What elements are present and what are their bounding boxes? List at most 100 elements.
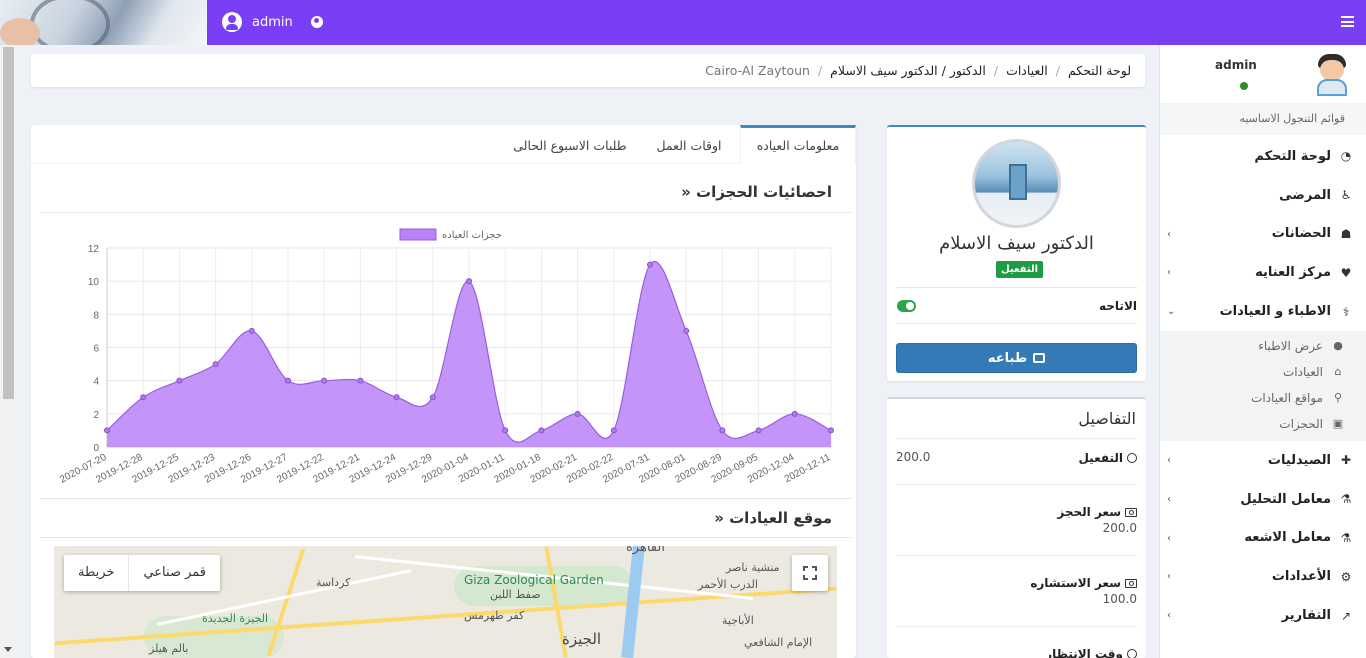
online-status-dot [1240, 82, 1248, 90]
detail-value: 100.0 [1102, 592, 1137, 606]
chevron-left-icon: ‹ [1167, 571, 1171, 583]
sidebar-item-doctors-clinics[interactable]: ⌄ الاطباء و العيادات ⚕ [1160, 292, 1366, 331]
clinic-location-map[interactable]: Giza Zoological Garden الجيزة كرداسة صفط… [54, 546, 837, 658]
xray-icon: ⚗ [1340, 530, 1352, 545]
doctor-icon: ⚕ [1342, 304, 1350, 319]
availability-row: الاتاحه [897, 287, 1137, 324]
sidebar-item-icu[interactable]: ‹ مركز العنايه ♥ [1160, 253, 1366, 292]
stats-section-title: » احصائيات الحجزات [681, 183, 832, 201]
medkit-icon: ✚ [1340, 453, 1352, 468]
detail-value: 200.0 [896, 450, 931, 464]
data-point [140, 394, 147, 401]
details-card: التفاصيل التفعيل 200.0 سعر الحجز 200.0 س… [887, 397, 1146, 658]
fullscreen-icon[interactable] [792, 555, 828, 591]
sidebar-subitem-bookings[interactable]: الحجزات ▣ [1160, 411, 1366, 437]
data-point [212, 361, 219, 368]
data-point [647, 261, 653, 268]
avatar [1312, 54, 1352, 96]
dashboard-icon: ◔ [1340, 149, 1352, 164]
circle-icon [1127, 453, 1137, 463]
building-icon: ⌂ [1334, 365, 1342, 379]
wheelchair-icon: ♿ [1340, 188, 1352, 203]
chevron-left-icon: ‹ [1167, 267, 1171, 279]
tab-working-hours[interactable]: اوقات العمل [644, 125, 734, 164]
sidebar-item-pharmacies[interactable]: ‹ الصيدليات ✚ [1160, 441, 1366, 480]
flask-icon: ⚗ [1340, 492, 1352, 507]
clinic-photo [972, 139, 1061, 228]
data-point [755, 427, 762, 434]
map-type-satellite[interactable]: قمر صناعي [128, 555, 220, 591]
map-label: صفط اللبن [490, 588, 541, 601]
detail-row: التفعيل 200.0 [896, 438, 1137, 484]
user-menu[interactable]: admin [222, 12, 293, 32]
sidebar-item-dashboard[interactable]: لوحة التحكم ◔ [1160, 137, 1366, 176]
print-button[interactable]: طباعه [896, 343, 1137, 373]
map-label: الجيزة [562, 630, 602, 648]
page-scrollbar[interactable] [0, 45, 16, 658]
y-tick-label: 12 [88, 244, 100, 255]
data-point [248, 327, 255, 334]
map-label: Giza Zoological Garden [464, 573, 604, 587]
sidebar-item-reports[interactable]: ‹ التقارير ↗ [1160, 596, 1366, 635]
data-point [104, 427, 110, 434]
divider [40, 537, 851, 538]
detail-row: سعر الاستشاره 100.0 [896, 555, 1137, 626]
sidebar-subitem-view-doctors[interactable]: عرض الاطباء ● [1160, 333, 1366, 359]
map-section-title: » موقع العيادات [714, 509, 832, 527]
sidebar-subitem-clinic-locations[interactable]: مواقع العيادات ⚲ [1160, 385, 1366, 411]
baby-icon: ☗ [1340, 226, 1352, 241]
data-point [466, 278, 472, 285]
sidebar-user-panel: admin [1160, 45, 1366, 103]
breadcrumb-item[interactable]: العيادات [1006, 63, 1048, 78]
menu-toggle-icon[interactable] [1341, 16, 1354, 27]
data-point [176, 377, 183, 384]
divider [40, 212, 851, 213]
chevron-left-icon: ‹ [1167, 228, 1171, 240]
data-point [357, 377, 364, 384]
map-type-map[interactable]: خريطة [64, 555, 128, 591]
data-point [393, 394, 400, 401]
data-point [502, 427, 509, 434]
data-point [321, 377, 328, 384]
sidebar-submenu: عرض الاطباء ● العيادات ⌂ مواقع العيادات ⚲ ا… [1160, 330, 1366, 441]
heartbeat-icon: ♥ [1340, 265, 1352, 280]
scroll-down-arrow[interactable] [4, 647, 12, 652]
tab-bar: معلومات العياده اوقات العمل طلبات الاسبو… [31, 125, 856, 164]
sidebar-item-patients[interactable]: المرضى ♿ [1160, 176, 1366, 215]
map-label: الإمام الشافعي [744, 636, 813, 649]
top-navbar: admin [0, 0, 1366, 45]
map-label: بالم هيلز [149, 642, 189, 655]
sidebar-section-title: قوائم التنجول الاساسيه [1160, 103, 1366, 135]
header-banner-image [0, 0, 207, 45]
doctor-name: الدكتور سيف الاسلام [939, 233, 1094, 254]
data-point [285, 377, 291, 384]
legend-swatch [399, 228, 437, 241]
scrollbar-thumb[interactable] [3, 47, 14, 399]
map-marker-icon: ⚲ [1333, 391, 1343, 405]
money-icon [1125, 578, 1137, 588]
sidebar-item-radiology[interactable]: ‹ معامل الاشعه ⚗ [1160, 519, 1366, 558]
sidebar-subitem-clinics[interactable]: العيادات ⌂ [1160, 359, 1366, 385]
availability-toggle[interactable] [897, 299, 916, 312]
line-chart-icon: ↗ [1340, 608, 1352, 623]
sidebar-user-name: admin [1215, 58, 1257, 72]
map-label: كفر طهرمس [464, 609, 525, 622]
data-point [538, 427, 545, 434]
breadcrumb-item[interactable]: الدكتور / الدكتور سيف الاسلام [830, 63, 986, 78]
map-label: الجيزة الجديدة [202, 612, 269, 625]
detail-row: وقت الانتظار [896, 626, 1137, 658]
sidebar-item-settings[interactable]: ‹ الأعدادات ⚙ [1160, 557, 1366, 596]
globe-icon[interactable] [311, 16, 323, 28]
breadcrumb-item[interactable]: لوحة التحكم [1068, 63, 1131, 78]
y-tick-label: 4 [93, 377, 99, 388]
tab-current-week-requests[interactable]: طلبات الاسبوع الحالى [502, 125, 638, 164]
sidebar-item-incubators[interactable]: ‹ الحضانات ☗ [1160, 215, 1366, 254]
tab-clinic-info[interactable]: معلومات العياده [740, 125, 856, 164]
sidebar-item-labs[interactable]: ‹ معامل التحليل ⚗ [1160, 480, 1366, 519]
details-title: التفاصيل [1078, 409, 1136, 428]
clock-icon [1127, 649, 1137, 658]
user-icon [222, 12, 242, 32]
circle-icon: ● [1333, 339, 1343, 353]
map-type-control: خريطة قمر صناعي [64, 555, 221, 591]
map-label: الأباجية [722, 614, 754, 627]
